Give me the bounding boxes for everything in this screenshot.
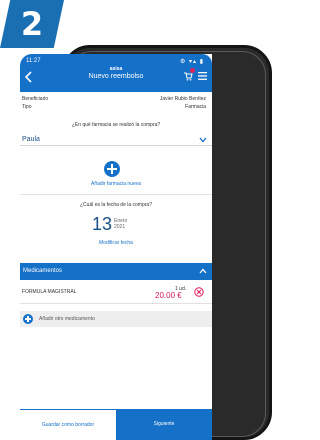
divider <box>20 194 212 195</box>
chevron-down-icon <box>199 137 207 143</box>
save-draft-button[interactable]: Guardar como borrador <box>20 409 116 440</box>
medicine-name: FORMULA MAGISTRAL <box>22 289 77 295</box>
type-label: Tipo <box>22 104 32 110</box>
medicine-item: FORMULA MAGISTRAL 1 ud. 20.00 € <box>20 280 212 304</box>
pharmacy-selected-value: Paula <box>22 136 40 143</box>
menu-icon[interactable] <box>198 72 207 80</box>
add-pharmacy-button[interactable]: Añadir farmacia nueva <box>20 181 212 187</box>
app-screen: 11:27 ⚙ ▾▴ ▮ asisa Nuevo reembolso Benef… <box>20 54 212 440</box>
app-header: 11:27 ⚙ ▾▴ ▮ asisa Nuevo reembolso <box>20 54 212 92</box>
pharmacy-question: ¿En qué farmacia se realizó la compra? <box>71 122 161 128</box>
medicine-price: 20.00 € <box>155 291 182 300</box>
medicines-section-header[interactable]: Medicamentos <box>20 263 212 280</box>
remove-icon[interactable] <box>194 287 204 297</box>
type-value: Farmacia <box>185 104 206 110</box>
type-row: Tipo Farmacia <box>20 102 212 112</box>
next-button[interactable]: Siguiente <box>116 409 212 440</box>
notification-badge <box>190 68 195 73</box>
step-badge: 2 <box>0 0 64 48</box>
add-medicine-button[interactable]: Añadir otro medicamento <box>20 311 212 327</box>
step-number: 2 <box>20 5 44 43</box>
status-icons: ⚙ ▾▴ ▮ <box>179 59 204 65</box>
purchase-date: 13 Enero 2021 <box>92 214 142 234</box>
add-medicine-label: Añadir otro medicamento <box>39 316 95 322</box>
add-pharmacy-icon[interactable] <box>104 161 120 177</box>
date-year: 2021 <box>114 224 126 230</box>
date-question: ¿Cuál es la fecha de la compra? <box>80 202 152 208</box>
save-draft-label: Guardar como borrador <box>41 422 95 428</box>
date-day: 13 <box>92 214 113 234</box>
medicines-title: Medicamentos <box>23 268 63 274</box>
chevron-up-icon <box>199 268 207 274</box>
next-label: Siguiente <box>153 421 175 427</box>
plus-circle-icon <box>23 314 33 324</box>
tutorial-stage: 2 11:27 ⚙ ▾▴ ▮ asisa Nuevo reembolso Ben… <box>0 0 274 440</box>
bottom-action-bar: Guardar como borrador Siguiente <box>20 409 212 440</box>
modify-date-button[interactable]: Modificar fecha <box>20 240 212 246</box>
status-time: 11:27 <box>26 58 41 64</box>
pharmacy-select[interactable]: Paula <box>20 134 212 146</box>
